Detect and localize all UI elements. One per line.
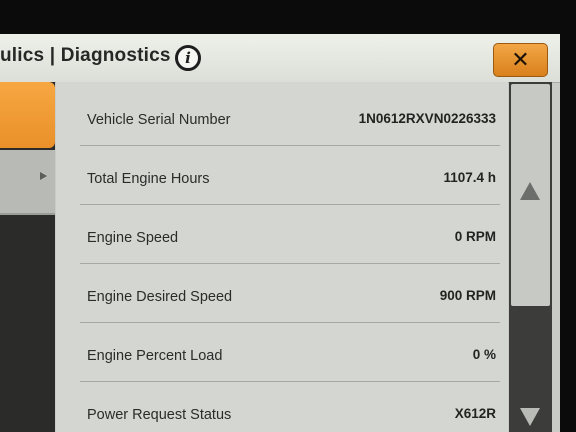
row-value: 900 RPM xyxy=(439,288,496,303)
scrollbar[interactable] xyxy=(509,82,552,432)
row-label: Engine Speed xyxy=(87,230,179,246)
diagnostics-list: Vehicle Serial Number 1N0612RXVN0226333 … xyxy=(56,82,508,432)
left-nav-tab[interactable] xyxy=(0,150,55,215)
list-item-total-engine-hours: Total Engine Hours 1107.4 h xyxy=(80,146,500,205)
triangle-up-icon[interactable] xyxy=(520,182,540,200)
display-bezel xyxy=(560,34,576,432)
row-label: Total Engine Hours xyxy=(87,171,210,187)
list-item-power-request-status: Power Request Status X612R xyxy=(80,382,500,432)
row-value: X612R xyxy=(454,406,496,421)
list-item-engine-percent-load: Engine Percent Load 0 % xyxy=(80,323,500,382)
list-item-vehicle-serial-number: Vehicle Serial Number 1N0612RXVN0226333 xyxy=(80,87,500,146)
list-item-engine-desired-speed: Engine Desired Speed 900 RPM xyxy=(80,264,500,323)
row-label: Engine Desired Speed xyxy=(87,289,233,305)
page-title: ulics | Diagnostics xyxy=(0,45,171,66)
info-icon[interactable]: i xyxy=(175,45,201,71)
chevron-right-icon xyxy=(40,172,47,180)
diagnostics-screen: ulics | Diagnostics i ✕ Vehicle Serial N… xyxy=(0,34,560,432)
left-nav-tab-active[interactable] xyxy=(0,82,55,148)
list-item-engine-speed: Engine Speed 0 RPM xyxy=(80,205,500,264)
row-value: 1107.4 h xyxy=(443,170,496,185)
left-nav-panel xyxy=(0,82,55,432)
close-button[interactable]: ✕ xyxy=(493,43,548,77)
row-label: Power Request Status xyxy=(87,407,232,423)
row-label: Engine Percent Load xyxy=(87,348,223,364)
row-value: 1N0612RXVN0226333 xyxy=(358,111,496,126)
row-value: 0 % xyxy=(472,347,496,362)
header-bar: ulics | Diagnostics i ✕ xyxy=(0,34,560,83)
row-value: 0 RPM xyxy=(454,229,496,244)
triangle-down-icon[interactable] xyxy=(520,408,540,426)
row-label: Vehicle Serial Number xyxy=(87,112,231,128)
